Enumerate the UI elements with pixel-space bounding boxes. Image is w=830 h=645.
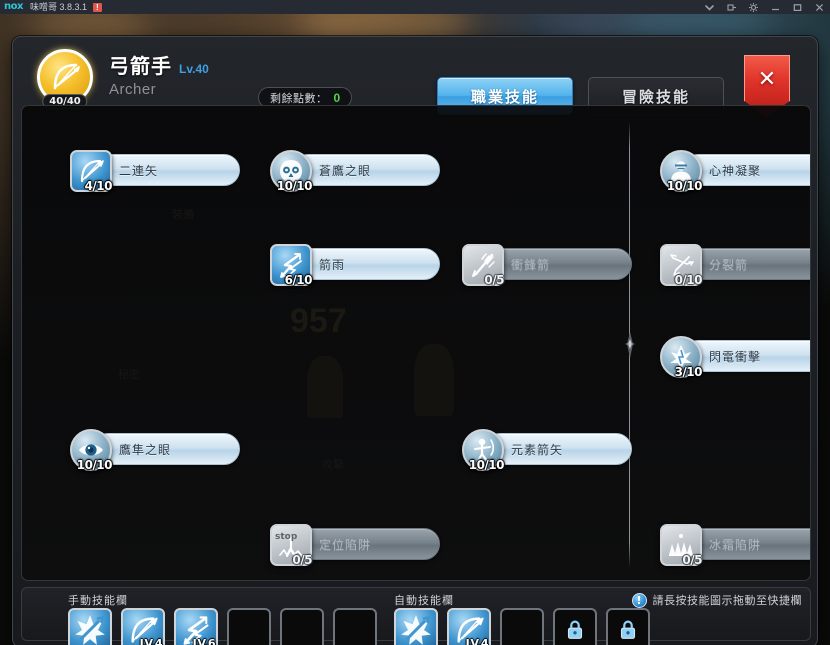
chevron-down-icon[interactable] [698,0,720,14]
hotbar-hint-text: 請長按技能圖示拖動至快捷欄 [652,595,802,607]
bg-ghost-text-3: 秘密 [118,369,140,381]
hotbar-slot-locked[interactable] [553,608,597,645]
meditate-icon[interactable]: 10/10 [660,150,703,193]
skill-rank: 3/10 [674,365,703,379]
window-close-icon[interactable] [808,0,830,14]
feather-arrow-icon[interactable]: 0/5 [462,244,504,287]
skill-rank: 0/5 [292,553,312,567]
game-viewport: 40/40 弓箭手 Lv.40 Archer 剩餘點數： 0 職業技能 冒險技能… [0,14,830,645]
skill-node-arrow-rain[interactable]: 箭雨 6/10 [270,244,440,287]
skill-node-frost-trap[interactable]: 冰霜陷阱 0/5 [660,524,810,567]
hotbar-slot-level: LV.6 [192,637,216,645]
class-level-text: Lv.40 [179,62,209,76]
lock-icon [620,620,636,639]
eye-icon[interactable]: 10/10 [70,429,113,472]
close-icon: ✕ [757,67,777,92]
remaining-points-value: 0 [333,90,341,105]
gear-icon[interactable] [742,0,764,14]
stop-label: stop [275,532,298,542]
manual-bar-label: 手動技能欄 [68,595,128,607]
auto-bar-label: 自動技能欄 [394,595,454,607]
skill-node-charge-arrow[interactable]: 衝鋒箭 0/5 [462,244,632,287]
class-name-en: Archer [109,81,157,98]
bg-ghost-shape-1 [307,356,343,418]
stop-trap-icon[interactable]: stop 0/5 [270,524,312,567]
minimize-icon[interactable] [764,0,786,14]
hotbar-slot-level: LV.4 [139,637,163,645]
emulator-titlebar: nox 味噌哥 3.8.3.1 ! [0,0,830,14]
tree-divider [618,122,642,568]
skill-node-split-arrow[interactable]: 分裂箭 0/10 [660,244,810,287]
skill-name-pill: 箭雨 [292,248,440,280]
bow-icon [53,63,80,90]
nox-logo: nox [4,1,23,12]
pin-icon[interactable] [720,0,742,14]
skill-panel: 40/40 弓箭手 Lv.40 Archer 剩餘點數： 0 職業技能 冒險技能… [12,36,818,645]
skill-rank: 4/10 [84,179,113,193]
bg-ghost-text-4: 裝備 [172,209,194,221]
hotbar-slot-empty[interactable] [280,608,324,645]
hotbar-slot-empty[interactable] [500,608,544,645]
bg-ghost-shape-2 [414,344,454,416]
burst-icon[interactable]: 3/10 [660,336,703,379]
skill-node-elemental-arrow[interactable]: 元素箭矢 10/10 [462,429,632,472]
skill-rank: 10/10 [276,179,313,193]
lock-icon [567,620,583,639]
slash-burst-icon [75,615,105,645]
class-name-block: 弓箭手 Lv.40 Archer [109,50,209,98]
archer-icon[interactable]: 10/10 [462,429,505,472]
skill-rank: 10/10 [76,458,113,472]
lightning-arrow-icon[interactable]: 6/10 [270,244,313,287]
page-title: 弓箭手 [109,56,172,78]
skill-hotbar: 手動技能欄 自動技能欄 LV.4 LV.6 LV.4 ! 請長按技能圖示拖動至快… [21,587,811,645]
skill-node-snare-trap[interactable]: 定位陷阱 stop 0/5 [270,524,440,567]
hotbar-slot-filled[interactable] [394,608,438,645]
skill-name-pill: 元素箭矢 [484,433,632,465]
skill-node-hawk-eye[interactable]: 鷹隼之眼 10/10 [70,429,240,472]
skill-rank: 0/10 [674,273,703,287]
bg-ghost-number: 957 [290,302,347,340]
class-emblem: 40/40 [37,49,93,109]
skill-node-focus-spirit[interactable]: 心神凝聚 10/10 [660,150,810,193]
skill-rank: 0/5 [682,553,702,567]
skill-tree-canvas: 957 連続 攻擊 秘密 裝備 二連矢 [21,105,811,581]
divider-ornament-icon [620,328,640,362]
split-arrow-icon[interactable]: 0/10 [660,244,703,287]
skill-rank: 0/5 [484,273,504,287]
hotbar-hint: ! 請長按技能圖示拖動至快捷欄 [631,592,803,608]
hotbar-slot-locked[interactable] [606,608,650,645]
frost-trap-icon[interactable]: 0/5 [660,524,702,567]
slash-burst-icon [401,615,431,645]
remaining-points-label: 剩餘點數： [270,92,328,105]
skill-rank: 10/10 [468,458,505,472]
skill-node-eagle-eye[interactable]: 蒼鷹之眼 10/10 [270,150,440,193]
hotbar-slot-empty[interactable] [333,608,377,645]
window-title: 味噌哥 3.8.3.1 [29,1,87,12]
skill-node-lightning-strike[interactable]: 閃電衝擊 3/10 [660,336,810,379]
hotbar-slot-filled[interactable]: LV.4 [121,608,165,645]
hotbar-slot-filled[interactable]: LV.4 [447,608,491,645]
info-icon: ! [631,592,647,608]
skill-name-pill: 定位陷阱 [292,528,440,560]
hotbar-slot-level: LV.4 [465,637,489,645]
skill-name-pill: 二連矢 [92,154,240,186]
skill-rank: 6/10 [284,273,313,287]
owl-face-icon[interactable]: 10/10 [270,150,313,193]
bow-icon[interactable]: 4/10 [70,150,113,193]
maximize-icon[interactable] [786,0,808,14]
hotbar-slot-filled[interactable]: LV.6 [174,608,218,645]
skill-name-pill: 鷹隼之眼 [92,433,240,465]
skill-name-pill: 蒼鷹之眼 [292,154,440,186]
bg-ghost-text-2: 攻擊 [322,459,344,471]
hotbar-slot-filled[interactable] [68,608,112,645]
panel-header: 40/40 弓箭手 Lv.40 Archer 剩餘點數： 0 職業技能 冒險技能 [13,37,819,115]
skill-name-pill: 衝鋒箭 [484,248,632,280]
hotbar-slot-empty[interactable] [227,608,271,645]
skill-rank: 10/10 [666,179,703,193]
skill-node-double-shot[interactable]: 二連矢 4/10 [70,150,240,193]
notification-badge: ! [92,2,102,12]
